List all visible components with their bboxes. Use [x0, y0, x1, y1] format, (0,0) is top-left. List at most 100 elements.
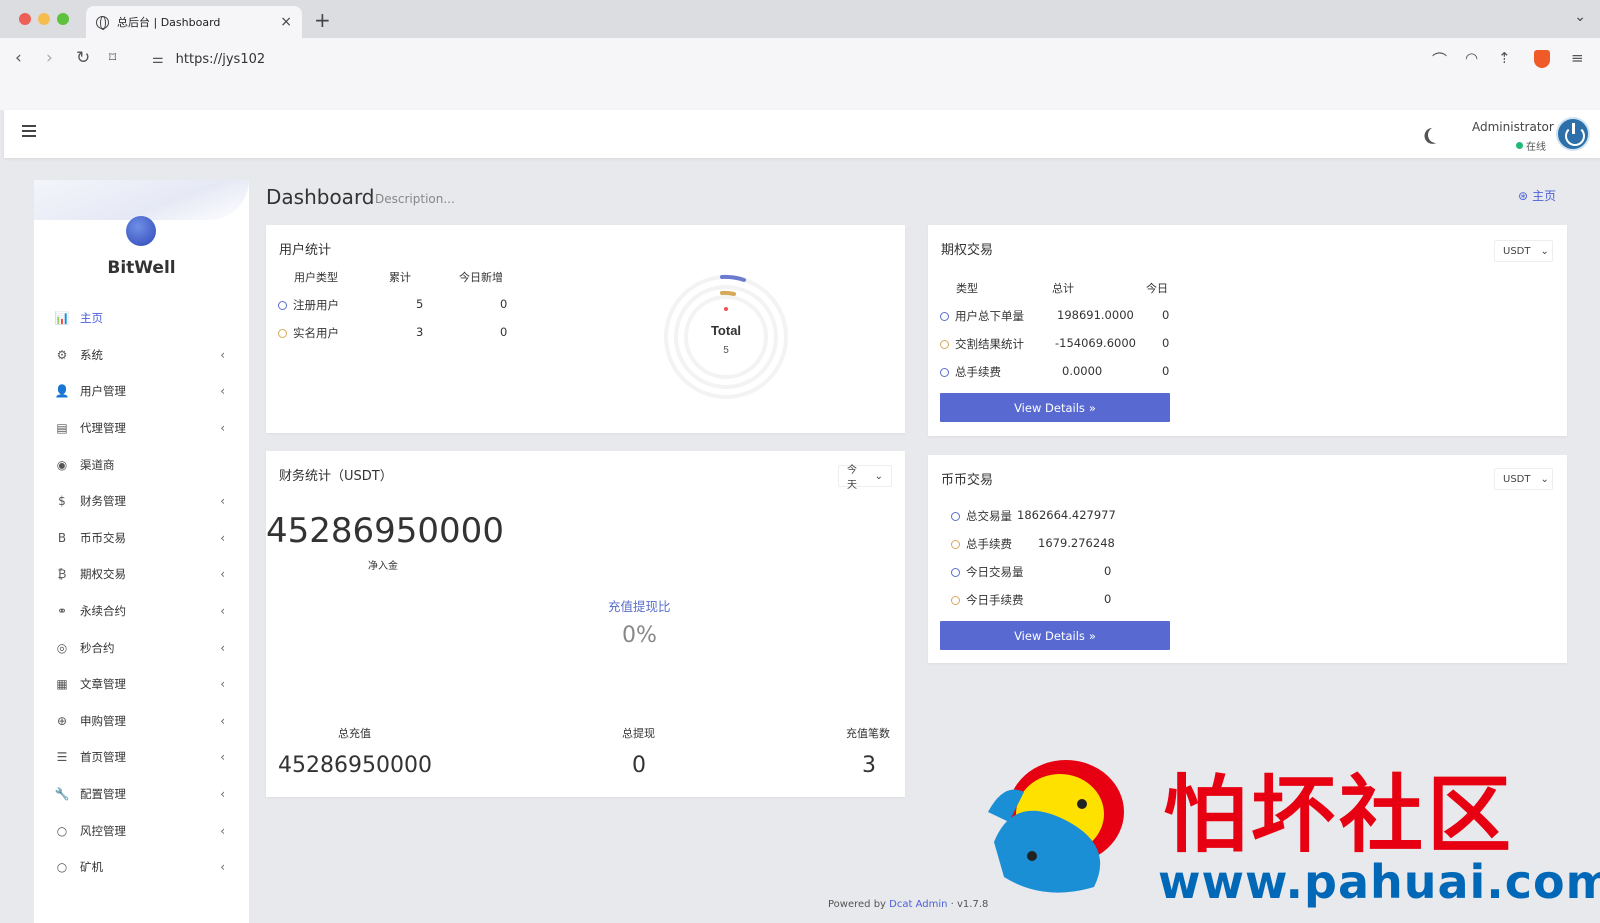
sidebar-item-label: 申购管理 [80, 713, 126, 728]
chevron-left-icon: ‹ [220, 823, 225, 838]
sidebar-item[interactable]: ₿ 期权交易 ‹ [34, 556, 249, 593]
sidebar-item[interactable]: 🔧 配置管理 ‹ [34, 776, 249, 813]
sidebar-item[interactable]: 👤 用户管理 ‹ [34, 373, 249, 410]
sidebar-item[interactable]: ⊕ 申购管理 ‹ [34, 703, 249, 740]
period-select[interactable]: 今天 ⌄ [838, 465, 892, 491]
table-row: 交割结果统计 [940, 336, 1024, 352]
card-title: 期权交易 [941, 243, 994, 258]
loading-icon: ◠ [1465, 49, 1479, 67]
chevron-down-icon[interactable]: ⌄ [1574, 9, 1586, 25]
sidebar-item-label: 主页 [80, 311, 103, 326]
browser-nav-bar: ‹ › ↻ ⌑ ⚌ https://jys102 ⌒ ◠ ⇡ ≡ [0, 38, 1600, 82]
sidebar-item[interactable]: 📊 主页 [34, 300, 249, 337]
app-header: Administrator 在线 [4, 110, 1600, 158]
target-icon: ◎ [56, 640, 68, 655]
user-stats-card: 用户统计 用户类型 累计 今日新增 注册用户 5 0 实名用户 3 0 Tota… [266, 225, 905, 433]
site-settings-icon[interactable]: ⚌ [152, 52, 164, 67]
sidebar-item[interactable]: ○ 矿机 ‹ [34, 849, 249, 886]
chevron-left-icon: ‹ [220, 421, 225, 436]
list-icon: ☰ [56, 750, 68, 765]
chevron-down-icon: ⌄ [1540, 473, 1549, 485]
user-circle-icon: ◉ [56, 457, 68, 472]
sidebar-item-label: 配置管理 [80, 787, 126, 802]
sidebar-item[interactable]: ◎ 秒合约 ‹ [34, 629, 249, 666]
chevron-left-icon: ‹ [220, 530, 225, 545]
watermark-chinese-text: 怕坏社区 [1163, 765, 1516, 864]
circle-icon [278, 329, 287, 338]
new-tab-button[interactable]: + [314, 8, 331, 32]
sidebar-item[interactable]: ⚙ 系统 ‹ [34, 337, 249, 374]
brave-shield-icon[interactable] [1534, 50, 1550, 68]
dark-mode-icon[interactable] [1426, 125, 1447, 146]
back-icon[interactable]: ‹ [15, 48, 22, 68]
finance-stats-card: 财务统计（USDT） 今天 ⌄ 45286950000 净入金 充值提现比 0%… [266, 451, 905, 797]
sidebar-item[interactable]: ○ 风控管理 ‹ [34, 812, 249, 849]
address-bar[interactable]: ⚌ https://jys102 [138, 44, 1388, 74]
sidebar-item[interactable]: B 币币交易 ‹ [34, 520, 249, 557]
ratio-value: 0% [622, 623, 657, 648]
card-title: 财务统计（USDT） [279, 469, 393, 484]
col-header: 用户类型 [294, 271, 338, 284]
chevron-down-icon: ⌄ [1540, 245, 1549, 257]
breadcrumb[interactable]: ⊛ 主页 [1518, 187, 1556, 204]
sidebar-menu: 📊 主页 ⚙ 系统 ‹ 👤 用户管理 ‹ ▤ 代理管理 ‹ ◉ 渠道商 $ 财务管理 ‹ B 币币交易 ‹ ₿ 期权交易… [34, 300, 249, 886]
sidebar-item[interactable]: ◉ 渠道商 [34, 446, 249, 483]
download-icon[interactable]: ⌒ [1432, 49, 1447, 70]
sidebar-item[interactable]: ☰ 首页管理 ‹ [34, 739, 249, 776]
row-today: 0 [1162, 308, 1170, 322]
sidebar-item[interactable]: $ 财务管理 ‹ [34, 483, 249, 520]
watermark-fish-logo-icon [988, 760, 1124, 893]
currency-select[interactable]: USDT ⌄ [1494, 468, 1553, 490]
share-icon[interactable]: ⇡ [1498, 49, 1511, 67]
list-item: 总手续费 [951, 536, 1012, 552]
sidebar-item-label: 首页管理 [80, 750, 126, 765]
donut-label: Total [711, 323, 741, 338]
life-ring-icon: ⊕ [56, 713, 68, 728]
view-details-button[interactable]: View Details » [940, 621, 1170, 650]
forward-icon[interactable]: › [46, 48, 53, 68]
maximize-window-button[interactable] [57, 13, 69, 25]
browser-tab[interactable]: 总后台 | Dashboard × [86, 6, 302, 38]
table-row: 注册用户 [278, 297, 339, 313]
row-today: 0 [500, 325, 508, 339]
reload-icon[interactable]: ↻ [76, 48, 90, 68]
sidebar-toggle-icon[interactable] [22, 125, 36, 137]
chevron-left-icon: ‹ [220, 347, 225, 362]
view-details-button[interactable]: View Details » [940, 393, 1170, 422]
bookmark-icon[interactable]: ⌑ [109, 50, 116, 66]
table-row: 实名用户 [278, 325, 339, 341]
sidebar-item[interactable]: ▦ 文章管理 ‹ [34, 666, 249, 703]
donut-value: 5 [723, 345, 729, 356]
net-deposit-value: 45286950000 [266, 511, 504, 551]
minimize-window-button[interactable] [38, 13, 50, 25]
user-icon: 👤 [54, 384, 70, 399]
chevron-left-icon: ‹ [220, 604, 225, 619]
sidebar-item[interactable]: ⚭ 永续合约 ‹ [34, 593, 249, 630]
admin-status: 在线 [1516, 138, 1546, 153]
close-tab-icon[interactable]: × [280, 14, 292, 30]
avatar[interactable] [1556, 117, 1590, 151]
menu-icon[interactable]: ≡ [1571, 49, 1584, 67]
row-type: 用户总下单量 [955, 309, 1024, 323]
row-type: 交割结果统计 [955, 337, 1024, 351]
close-window-button[interactable] [19, 13, 31, 25]
button-label: View Details [1014, 628, 1085, 643]
sidebar-item-label: 永续合约 [80, 604, 126, 619]
circle-icon [951, 568, 960, 577]
dashboard-icon: ⊛ [1518, 188, 1529, 203]
admin-name[interactable]: Administrator [1472, 120, 1554, 134]
row-type: 实名用户 [293, 326, 339, 340]
circle-icon [940, 312, 949, 321]
watermark-url-text: www.pahuai.com [1158, 855, 1600, 909]
chevron-left-icon: ‹ [220, 787, 225, 802]
browser-tab-bar: 总后台 | Dashboard × + ⌄ [0, 0, 1600, 38]
breadcrumb-home[interactable]: 主页 [1532, 187, 1556, 204]
select-value: USDT [1503, 473, 1531, 485]
sidebar-item[interactable]: ▤ 代理管理 ‹ [34, 410, 249, 447]
circle-icon [951, 512, 960, 521]
button-label: View Details [1014, 400, 1085, 415]
dcat-admin-link[interactable]: Dcat Admin [889, 899, 947, 910]
browser-spacer [0, 82, 1600, 110]
currency-select[interactable]: USDT ⌄ [1494, 240, 1553, 262]
stat-value: 3 [862, 753, 876, 778]
